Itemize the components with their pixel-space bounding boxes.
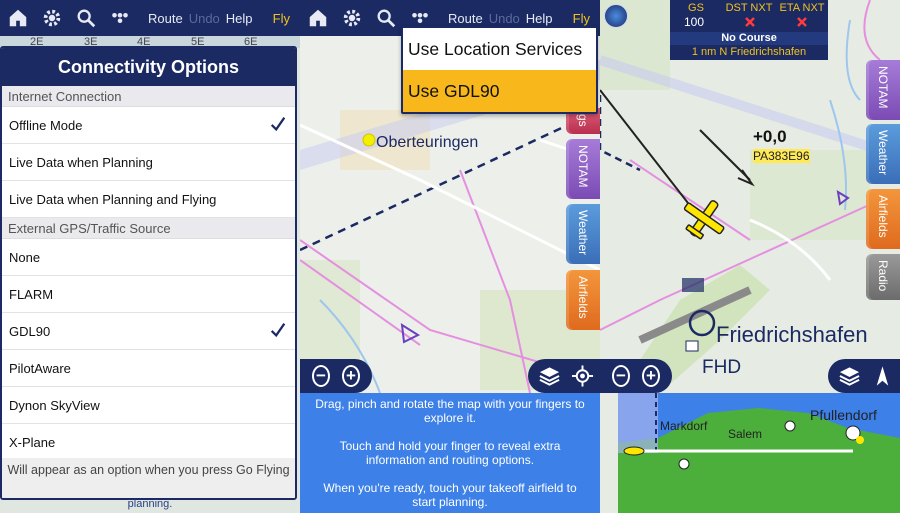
option-pilotaware[interactable]: PilotAware xyxy=(2,350,295,387)
gs-label: GS xyxy=(688,2,704,14)
course-status: No Course xyxy=(670,32,828,45)
help-overlay: Drag, pinch and rotate the map with your… xyxy=(300,393,600,513)
home-icon[interactable] xyxy=(306,6,330,30)
option-flarm[interactable]: FLARM xyxy=(2,276,295,313)
location-source-menu: Use Location Services Use GDL90 xyxy=(401,26,598,114)
option-label: Live Data when Planning xyxy=(9,155,153,170)
city-label: Friedrichshafen xyxy=(716,322,868,347)
side-tab-airfields[interactable]: Airfields xyxy=(566,270,600,330)
airfield-code: FHD xyxy=(702,357,742,378)
map-panel-planning[interactable]: Oberteuringen Route Undo Help Fly gs NOT… xyxy=(300,0,600,513)
option-label: Offline Mode xyxy=(9,118,83,133)
option-label: PilotAware xyxy=(9,361,71,376)
eta-label: ETA NXT xyxy=(779,2,825,14)
zoom-controls: − + xyxy=(300,359,372,393)
connectivity-dialog: Connectivity Options Internet Connection… xyxy=(0,46,297,500)
option-live-planning-flying[interactable]: Live Data when Planning and Flying xyxy=(2,181,295,218)
profile-label: Markdorf xyxy=(660,419,708,433)
help-button[interactable]: Help xyxy=(226,11,253,26)
dialog-title: Connectivity Options xyxy=(2,48,295,86)
fly-button[interactable]: Fly xyxy=(573,11,590,26)
side-tab-weather[interactable]: Weather xyxy=(566,204,600,264)
vertical-profile[interactable]: Markdorf Salem Pfullendorf xyxy=(618,393,900,513)
no-data-icon xyxy=(745,17,755,27)
option-label: None xyxy=(9,250,41,265)
option-gdl90[interactable]: GDL90 xyxy=(2,313,295,350)
help-button[interactable]: Help xyxy=(526,11,553,26)
option-label: FLARM xyxy=(9,287,54,302)
section-header-internet: Internet Connection xyxy=(2,86,295,107)
zoom-controls: − + xyxy=(600,359,672,393)
home-icon[interactable] xyxy=(6,6,30,30)
help-text: When you're ready, touch your takeoff ai… xyxy=(323,481,577,509)
flight-info-panel: GS 100 DST NXT ETA NXT No Course 1 nm N … xyxy=(670,0,828,60)
fly-button[interactable]: Fly xyxy=(273,11,290,26)
connectivity-panel: Route Undo Help Fly 2E 3E 4E 5E 6E Conne… xyxy=(0,0,300,513)
checkmark-icon xyxy=(270,117,286,132)
side-tab-airfields[interactable]: Airfields xyxy=(866,189,900,249)
option-label: X-Plane xyxy=(9,435,56,450)
location-dots-icon[interactable] xyxy=(108,6,132,30)
side-tab-radio[interactable]: Radio xyxy=(866,254,900,300)
option-label: Live Data when Planning and Flying xyxy=(9,192,217,207)
help-text: Drag, pinch and rotate the map with your… xyxy=(315,397,585,425)
profile-label: Salem xyxy=(728,427,763,441)
route-button[interactable]: Route xyxy=(448,11,483,26)
traffic-altitude: +0,0 xyxy=(753,127,787,146)
option-dynon-skyview[interactable]: Dynon SkyView xyxy=(2,387,295,424)
layers-icon[interactable] xyxy=(838,364,861,388)
gs-value: 100 xyxy=(684,15,705,29)
background-help-text: planning. xyxy=(127,498,173,510)
option-x-plane[interactable]: X-Plane xyxy=(2,424,295,461)
gear-icon[interactable] xyxy=(340,6,364,30)
zoom-out-button[interactable]: − xyxy=(312,365,330,387)
map-tools xyxy=(828,359,900,393)
dst-label: DST NXT xyxy=(725,2,773,14)
traffic-callsign: PA383E96 xyxy=(753,149,810,163)
map-panel-flying[interactable]: GS 100 DST NXT ETA NXT No Course 1 nm N … xyxy=(600,0,900,513)
search-icon[interactable] xyxy=(374,6,398,30)
compass-icon[interactable] xyxy=(604,4,628,28)
option-none[interactable]: None xyxy=(2,239,295,276)
profile-label: Pfullendorf xyxy=(810,407,877,423)
undo-button[interactable]: Undo xyxy=(489,11,520,26)
checkmark-icon xyxy=(270,323,286,338)
top-toolbar: Route Undo Help Fly xyxy=(0,0,300,36)
zoom-in-button[interactable]: + xyxy=(642,365,660,387)
zoom-out-button[interactable]: − xyxy=(612,365,630,387)
route-button[interactable]: Route xyxy=(148,11,183,26)
side-tab-notam[interactable]: NOTAM xyxy=(566,139,600,199)
no-data-icon xyxy=(797,17,807,27)
town-label: Oberteuringen xyxy=(376,134,479,151)
option-offline-mode[interactable]: Offline Mode xyxy=(2,107,295,144)
search-icon[interactable] xyxy=(74,6,98,30)
help-text: Touch and hold your finger to reveal ext… xyxy=(339,439,561,467)
undo-button[interactable]: Undo xyxy=(189,11,220,26)
zoom-in-button[interactable]: + xyxy=(342,365,360,387)
section-header-gps: External GPS/Traffic Source xyxy=(2,218,295,239)
locate-icon[interactable] xyxy=(571,364,594,388)
menu-item-gdl90[interactable]: Use GDL90 xyxy=(403,70,596,112)
option-label: Dynon SkyView xyxy=(9,398,100,413)
nearest-location: 1 nm N Friedrichshafen xyxy=(691,46,807,58)
side-tab-weather[interactable]: Weather xyxy=(866,124,900,184)
option-live-planning[interactable]: Live Data when Planning xyxy=(2,144,295,181)
dialog-footer-note: Will appear as an option when you press … xyxy=(2,458,295,498)
north-up-icon[interactable] xyxy=(871,364,894,388)
menu-item-location-services[interactable]: Use Location Services xyxy=(403,28,596,70)
side-tab-notam[interactable]: NOTAM xyxy=(866,60,900,120)
gear-icon[interactable] xyxy=(40,6,64,30)
map-tools xyxy=(528,359,600,393)
option-label: GDL90 xyxy=(9,324,51,339)
layers-icon[interactable] xyxy=(538,364,561,388)
